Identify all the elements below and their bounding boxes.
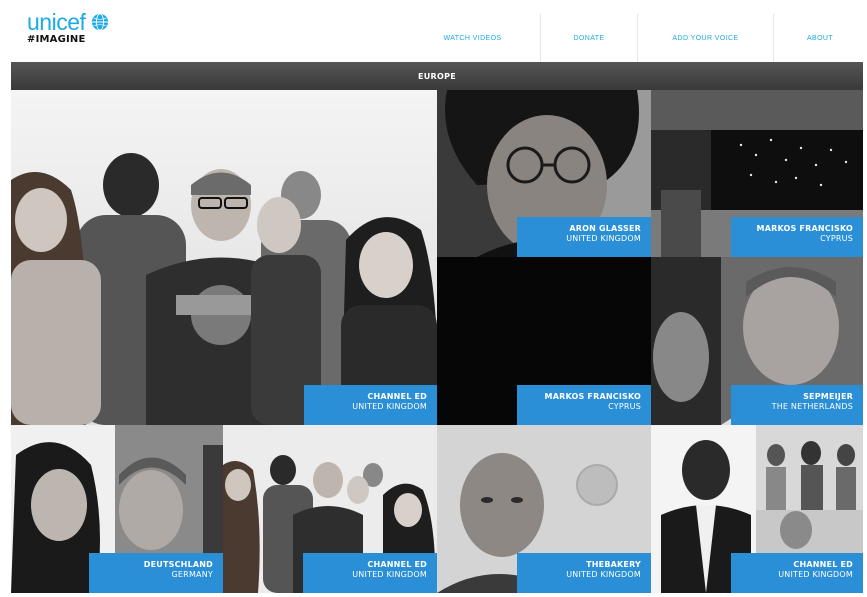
video-tile-markos-francisko-2[interactable]: MARKOS FRANCISKO CYPRUS xyxy=(437,257,651,425)
nav-about-label: ABOUT xyxy=(806,34,834,42)
channel-name: ARON GLASSER xyxy=(569,224,641,233)
nav-about[interactable]: ABOUT xyxy=(774,14,866,62)
channel-country: UNITED KINGDOM xyxy=(566,570,641,579)
nav-watch-videos-label: WATCH VIDEOS xyxy=(443,34,502,42)
channel-country: UNITED KINGDOM xyxy=(566,234,641,243)
video-thumbnail xyxy=(11,90,437,425)
channel-name: MARKOS FRANCISKO xyxy=(544,392,641,401)
video-caption: MARKOS FRANCISKO CYPRUS xyxy=(517,385,651,425)
video-tile-aron-glasser[interactable]: ARON GLASSER UNITED KINGDOM xyxy=(437,90,651,257)
video-tile-channel-ed-collage[interactable]: CHANNEL ED UNITED KINGDOM xyxy=(651,425,863,593)
nav-watch-videos[interactable]: WATCH VIDEOS xyxy=(405,14,540,62)
channel-country: UNITED KINGDOM xyxy=(778,570,853,579)
video-caption: ARON GLASSER UNITED KINGDOM xyxy=(517,217,651,257)
channel-country: UNITED KINGDOM xyxy=(352,402,427,411)
nav-add-your-voice-label: ADD YOUR VOICE xyxy=(672,34,739,42)
channel-name: THEBAKERY xyxy=(586,560,641,569)
video-tile-channel-ed-small[interactable]: CHANNEL ED UNITED KINGDOM xyxy=(223,425,437,593)
logo-wordmark: unicef xyxy=(27,9,86,35)
channel-country: THE NETHERLANDS xyxy=(771,402,853,411)
channel-name: MARKOS FRANCISKO xyxy=(756,224,853,233)
imagine-tagline: #IMAGINE xyxy=(27,34,86,45)
video-caption: THEBAKERY UNITED KINGDOM xyxy=(517,553,651,593)
channel-name: DEUTSCHLAND xyxy=(143,560,213,569)
region-header-bar: EUROPE xyxy=(11,62,863,90)
unicef-logo[interactable]: unicef #IMAGINE xyxy=(27,9,109,45)
channel-name: CHANNEL ED xyxy=(367,392,427,401)
video-caption: SEPMEIJER THE NETHERLANDS xyxy=(731,385,863,425)
video-caption: CHANNEL ED UNITED KINGDOM xyxy=(304,385,437,425)
site-header: unicef #IMAGINE WATCH VIDEOS DONATE ADD … xyxy=(0,0,867,62)
channel-country: GERMANY xyxy=(171,570,213,579)
channel-country: UNITED KINGDOM xyxy=(352,570,427,579)
video-caption: CHANNEL ED UNITED KINGDOM xyxy=(731,553,863,593)
channel-name: SEPMEIJER xyxy=(803,392,853,401)
channel-name: CHANNEL ED xyxy=(793,560,853,569)
video-tile-sepmeijer[interactable]: SEPMEIJER THE NETHERLANDS xyxy=(651,257,863,425)
nav-donate[interactable]: DONATE xyxy=(541,14,637,62)
channel-country: CYPRUS xyxy=(820,234,853,243)
region-title: EUROPE xyxy=(417,71,457,81)
video-tile-deutschland[interactable]: DEUTSCHLAND GERMANY xyxy=(11,425,223,593)
video-caption: MARKOS FRANCISKO CYPRUS xyxy=(731,217,863,257)
channel-name: CHANNEL ED xyxy=(367,560,427,569)
nav-donate-label: DONATE xyxy=(573,34,605,42)
video-tile-channel-ed-group[interactable]: CHANNEL ED UNITED KINGDOM xyxy=(11,90,437,425)
channel-country: CYPRUS xyxy=(608,402,641,411)
video-tile-thebakery[interactable]: THEBAKERY UNITED KINGDOM xyxy=(437,425,651,593)
video-caption: CHANNEL ED UNITED KINGDOM xyxy=(303,553,437,593)
video-caption: DEUTSCHLAND GERMANY xyxy=(89,553,223,593)
video-tile-markos-francisko[interactable]: MARKOS FRANCISKO CYPRUS xyxy=(651,90,863,257)
globe-icon xyxy=(92,13,109,31)
nav-add-your-voice[interactable]: ADD YOUR VOICE xyxy=(638,14,773,62)
